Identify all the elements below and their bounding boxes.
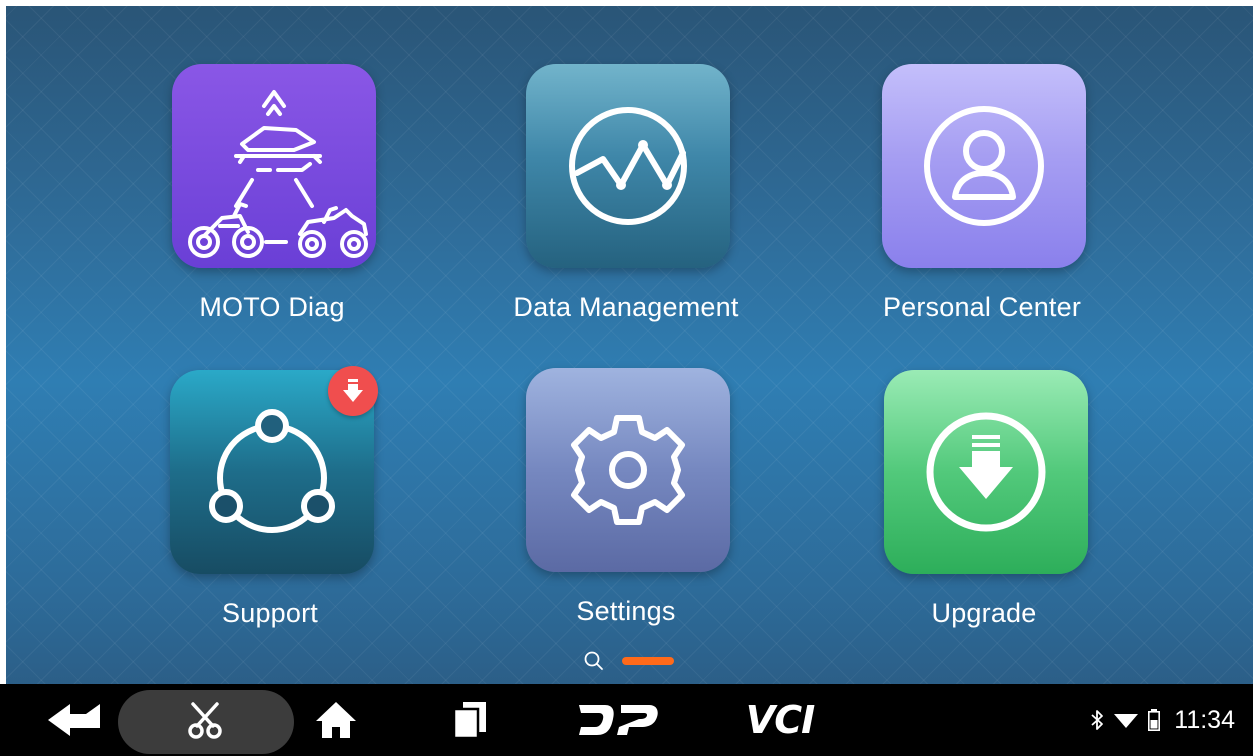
- app-personal-center[interactable]: Personal Center: [872, 64, 1092, 354]
- personal-center-tile[interactable]: [882, 64, 1086, 268]
- person-icon: [924, 106, 1044, 226]
- app-moto-diag[interactable]: MOTO Diag: [162, 64, 382, 354]
- recent-apps-button[interactable]: [440, 684, 500, 756]
- back-icon: [48, 704, 100, 736]
- line-chart-icon: [569, 107, 687, 225]
- app-label-upgrade: Upgrade: [931, 598, 1037, 628]
- home-screen: MOTO Diag Data Management Personal Cente…: [6, 6, 1253, 756]
- app-upgrade[interactable]: Upgrade: [874, 370, 1094, 660]
- app-label-support: Support: [222, 598, 318, 628]
- back-button[interactable]: [40, 684, 110, 756]
- download-badge-icon: [328, 366, 378, 416]
- app-support[interactable]: Support: [160, 366, 380, 660]
- recent-apps-icon: [453, 702, 486, 739]
- screenshot-button[interactable]: [170, 684, 240, 756]
- active-page-indicator[interactable]: [622, 657, 674, 665]
- app-settings[interactable]: Settings: [516, 368, 736, 658]
- page-indicator: [584, 651, 674, 671]
- dp-logo-button[interactable]: DP: [572, 684, 662, 756]
- settings-tile[interactable]: [526, 368, 730, 572]
- home-button[interactable]: [306, 684, 366, 756]
- data-management-tile[interactable]: [526, 64, 730, 268]
- app-label-data-management: Data Management: [513, 292, 739, 322]
- bluetooth-icon: [1091, 710, 1104, 730]
- app-label-moto-diag: MOTO Diag: [199, 292, 345, 322]
- upgrade-tile[interactable]: [884, 370, 1088, 574]
- scissors-icon: [188, 702, 222, 739]
- search-page-icon[interactable]: [584, 651, 604, 671]
- download-arrow-icon: [926, 412, 1046, 532]
- wifi-icon: [1114, 714, 1139, 728]
- moto-diag-icon: [188, 90, 368, 258]
- gear-icon: [571, 415, 685, 525]
- status-bar: 11:34: [1090, 684, 1235, 756]
- app-label-settings: Settings: [576, 596, 676, 626]
- app-data-management[interactable]: Data Management: [513, 64, 738, 354]
- navigation-bar: DP VCI 11:34: [0, 684, 1253, 756]
- vci-logo: VCI: [745, 698, 815, 742]
- status-clock: 11:34: [1174, 705, 1235, 734]
- vci-button[interactable]: VCI: [730, 684, 830, 756]
- home-icon: [316, 702, 356, 738]
- battery-icon: [1148, 709, 1161, 731]
- app-label-personal-center: Personal Center: [882, 292, 1082, 322]
- moto-diag-tile[interactable]: [172, 64, 376, 268]
- dp-logo: [579, 705, 658, 735]
- share-nodes-icon: [209, 409, 335, 533]
